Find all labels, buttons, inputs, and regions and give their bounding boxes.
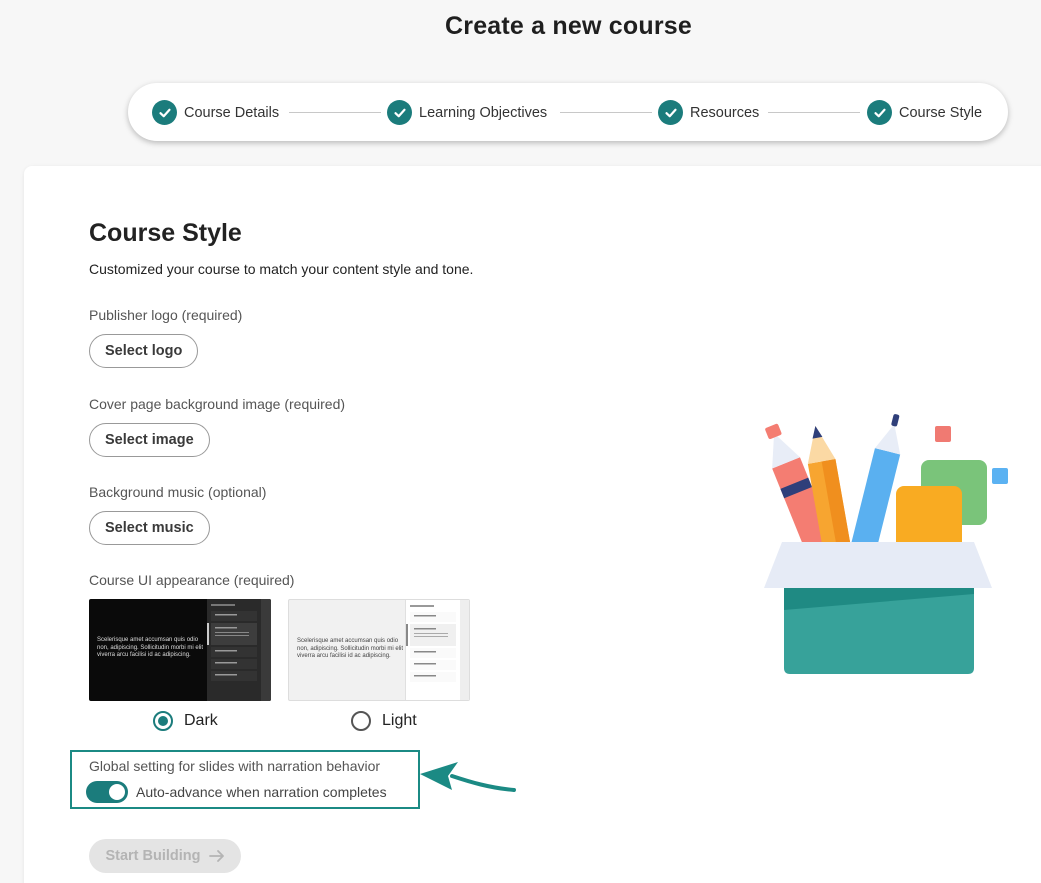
step-label: Resources <box>690 104 760 121</box>
preview-sidebar <box>405 600 469 700</box>
check-icon <box>658 100 683 125</box>
step-resources[interactable]: Resources <box>658 100 759 125</box>
check-icon <box>867 100 892 125</box>
step-course-style[interactable]: Course Style <box>867 100 982 125</box>
cover-image-label: Cover page background image (required) <box>89 396 346 412</box>
step-connector <box>768 112 860 113</box>
light-theme-preview[interactable]: Scelerisque amet accumsan quis odio non,… <box>288 599 470 701</box>
preview-text: Scelerisque amet accumsan quis odio non,… <box>297 638 404 659</box>
art-supplies-illustration <box>764 414 1008 674</box>
dark-theme-preview[interactable]: Scelerisque amet accumsan quis odio non,… <box>89 599 271 701</box>
start-building-label: Start Building <box>105 848 201 864</box>
preview-sidebar <box>207 599 271 701</box>
auto-advance-label: Auto-advance when narration completes <box>136 784 387 800</box>
check-icon <box>152 100 177 125</box>
section-description: Customized your course to match your con… <box>89 261 474 277</box>
radio-light-label: Light <box>382 712 417 729</box>
publisher-logo-label: Publisher logo (required) <box>89 307 243 323</box>
radio-light[interactable]: Light <box>351 711 417 731</box>
step-label: Learning Objectives <box>419 104 548 121</box>
ui-appearance-label: Course UI appearance (required) <box>89 572 295 588</box>
section-title: Course Style <box>89 219 242 247</box>
step-connector <box>560 112 652 113</box>
callout-arrow-icon <box>420 762 516 792</box>
select-logo-button[interactable]: Select logo <box>89 334 199 368</box>
step-label: Course Details <box>184 104 280 121</box>
radio-dark[interactable]: Dark <box>153 711 218 731</box>
start-building-button[interactable]: Start Building <box>89 839 241 873</box>
select-music-button[interactable]: Select music <box>89 511 210 545</box>
narration-setting-label: Global setting for slides with narration… <box>89 758 381 774</box>
progress-stepper: Course Details Learning Objectives Resou… <box>128 83 1008 141</box>
radio-dark-label: Dark <box>184 712 218 729</box>
radio-selected-icon[interactable] <box>153 711 173 731</box>
step-connector <box>289 112 381 113</box>
background-music-label: Background music (optional) <box>89 484 267 500</box>
select-image-button[interactable]: Select image <box>89 423 210 457</box>
step-label: Course Style <box>899 104 983 121</box>
preview-text: Scelerisque amet accumsan quis odio non,… <box>97 637 204 658</box>
arrow-right-icon <box>208 850 224 862</box>
step-course-details[interactable]: Course Details <box>152 100 279 125</box>
check-icon <box>387 100 412 125</box>
step-learning-objectives[interactable]: Learning Objectives <box>387 100 547 125</box>
radio-unselected-icon[interactable] <box>351 711 371 731</box>
auto-advance-toggle[interactable] <box>86 781 128 803</box>
page-title: Create a new course <box>445 12 692 40</box>
